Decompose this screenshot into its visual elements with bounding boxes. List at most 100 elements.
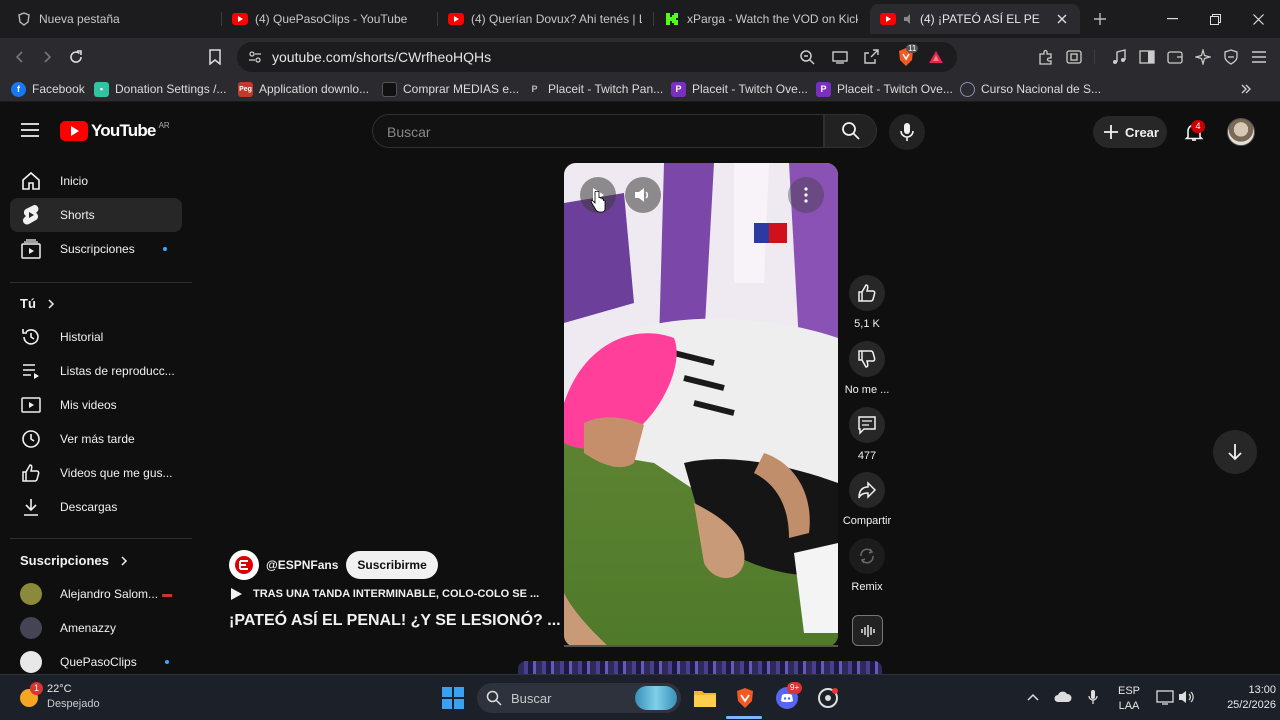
mute-button[interactable] [625,177,661,213]
sidebar-heading-you[interactable]: Tú [20,296,56,311]
network-icon[interactable] [1155,687,1175,707]
search-box[interactable] [372,114,824,148]
voice-search-button[interactable] [889,114,925,150]
sidebar-item-ver-mas-tarde[interactable]: Ver más tarde [10,422,182,456]
file-explorer-button[interactable] [689,682,721,714]
channel-avatar[interactable] [229,550,259,580]
sidebar-item-listas[interactable]: Listas de reproducc... [10,354,182,388]
bookmark-application[interactable]: Peg Application downlo... [238,80,369,98]
sidebar-sub-alejandro[interactable]: Alejandro Salom... ▬ [10,577,182,611]
obs-button[interactable] [812,682,844,714]
dislike-button[interactable] [849,341,885,377]
bookmark-label: Donation Settings /... [115,82,227,96]
remix-button[interactable] [849,538,885,574]
playlists-icon [20,360,42,382]
sidebar-button[interactable] [1133,43,1161,71]
search-icon [841,122,860,140]
cast-icon[interactable] [832,49,848,65]
tray-overflow-button[interactable] [1023,687,1043,707]
screenshot-button[interactable] [1060,43,1088,71]
close-tab-icon[interactable] [1054,11,1070,27]
bookmark-placeit-overlay-1[interactable]: P Placeit - Twitch Ove... [671,80,808,98]
youtube-logo[interactable]: YouTube AR [60,121,170,141]
minimize-button[interactable] [1150,0,1194,38]
create-button[interactable]: Crear [1093,116,1167,148]
clock-date[interactable]: 25/2/2026 [1200,699,1276,711]
volume-tray-icon[interactable] [1177,687,1197,707]
menu-button[interactable] [1245,43,1273,71]
like-button[interactable] [849,275,885,311]
sidebar-item-videos-gusta[interactable]: Videos que me gus... [10,456,182,490]
search-button[interactable] [824,114,877,148]
next-short-button[interactable] [1213,430,1257,474]
input-layout[interactable]: LAA [1116,700,1142,712]
sidebar-sub-amenazzy[interactable]: Amenazzy [10,611,182,645]
new-tab-button[interactable] [1086,5,1114,33]
brave-taskbar-button[interactable] [729,682,761,714]
channel-name[interactable]: @ESPNFans [266,558,338,572]
search-input[interactable] [387,122,807,142]
media-button[interactable] [1105,43,1133,71]
video-progress-bar[interactable] [564,645,838,647]
short-title[interactable]: ¡PATEÓ ASÍ EL PENAL! ¿Y SE LESIONÓ? ... [229,612,561,630]
address-bar[interactable]: youtube.com/shorts/CWrfheoHQHs 11 [237,42,957,72]
bookmark-donation-settings[interactable]: ▪ Donation Settings /... [94,80,226,98]
wallet-button[interactable] [1161,43,1189,71]
tab-title: (4) QuePasoClips - YouTube [255,12,408,26]
tab-new-tab[interactable]: Nueva pestaña [6,4,220,34]
account-avatar[interactable] [1227,118,1255,146]
sidebar-item-shorts[interactable]: Shorts [10,198,182,232]
clock-time[interactable]: 13:00 [1200,684,1276,696]
start-button[interactable] [437,682,469,714]
tab-kick[interactable]: xParga - Watch the VOD on Kick [654,4,868,34]
bookmark-label: Placeit - Twitch Ove... [692,82,808,96]
sidebar-item-descargas[interactable]: Descargas [10,490,182,524]
tab-dovux[interactable]: (4) Querían Dovux? Ahi tenés | La [438,4,652,34]
bookmarks-overflow-button[interactable] [1240,80,1252,98]
reload-icon [70,50,82,63]
site-settings-icon[interactable] [248,50,262,64]
onedrive-icon[interactable] [1053,687,1073,707]
brave-rewards-icon[interactable] [928,49,944,65]
bookmark-comprar-medias[interactable]: Comprar MEDIAS e... [382,80,519,98]
sidebar-heading-subscriptions[interactable]: Suscripciones [20,553,129,568]
extensions-button[interactable] [1032,43,1060,71]
sidebar-item-suscripciones[interactable]: Suscripciones [10,232,182,266]
comments-button[interactable] [849,407,885,443]
share-label: Compartir [842,515,892,527]
guide-menu-button[interactable] [20,122,40,138]
tab-active-short[interactable]: (4) ¡PATEÓ ASÍ EL PENAL! [870,4,1080,34]
input-language[interactable]: ESP [1116,685,1142,697]
shorts-video-player[interactable] [564,163,838,647]
maximize-button[interactable] [1193,0,1237,38]
sound-button[interactable] [852,615,883,646]
taskbar-search[interactable]: Buscar [477,683,681,713]
sidebar-item-mis-videos[interactable]: Mis videos [10,388,182,422]
speaker-icon[interactable] [903,11,915,27]
vpn-button[interactable] [1217,43,1245,71]
next-short-preview[interactable] [518,661,882,675]
playlist-link[interactable]: TRAS UNA TANDA INTERMINABLE, COLO-COLO S… [229,587,539,601]
bookmark-button[interactable] [201,43,229,71]
sidebar-item-historial[interactable]: Historial [10,320,182,354]
new-content-dot [162,247,167,251]
share-button[interactable] [849,472,885,508]
more-options-button[interactable] [788,177,824,213]
bookmark-placeit-panel[interactable]: P Placeit - Twitch Pan... [527,80,663,98]
forward-button[interactable] [33,43,61,71]
back-button[interactable] [6,43,34,71]
close-window-button[interactable] [1236,0,1280,38]
sidebar-item-inicio[interactable]: Inicio [10,164,182,198]
leo-ai-button[interactable] [1189,43,1217,71]
tab-quepasoclips[interactable]: (4) QuePasoClips - YouTube [222,4,436,34]
reload-button[interactable] [62,43,90,71]
share-icon[interactable] [863,49,879,65]
microphone-tray-icon[interactable] [1083,687,1103,707]
zoom-icon[interactable] [799,49,815,65]
peg-icon: Peg [238,81,253,97]
bookmark-curso-nacional[interactable]: Curso Nacional de S... [960,80,1101,98]
bookmark-placeit-overlay-2[interactable]: P Placeit - Twitch Ove... [816,80,953,98]
subscribe-button[interactable]: Suscribirme [346,551,438,579]
bookmark-facebook[interactable]: f Facebook [11,80,85,98]
store-icon [382,81,397,97]
